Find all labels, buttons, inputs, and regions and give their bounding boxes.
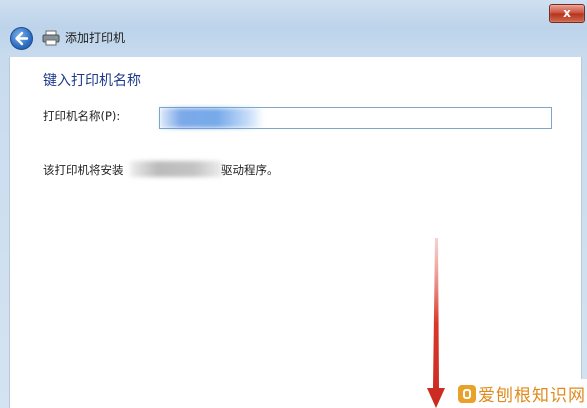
printer-icon [42,30,60,46]
redacted-printer-name [160,108,264,128]
red-arrow-annotation [427,238,445,408]
close-button[interactable]: x [549,4,585,23]
page-heading: 键入打印机名称 [43,73,141,89]
printer-name-label: 打印机名称(P): [43,109,121,123]
driver-info-prefix: 该打印机将安装 [43,163,124,177]
redacted-driver-name [130,161,222,177]
back-button[interactable] [10,27,33,50]
driver-info-suffix: 驱动程序。 [221,163,279,177]
watermark-text: 爱刨根知识网 [478,386,586,406]
wizard-title: 添加打印机 [65,31,126,45]
back-arrow-icon [15,31,29,46]
watermark-logo-icon [458,384,476,403]
watermark: 爱刨根知识网 [455,379,587,408]
